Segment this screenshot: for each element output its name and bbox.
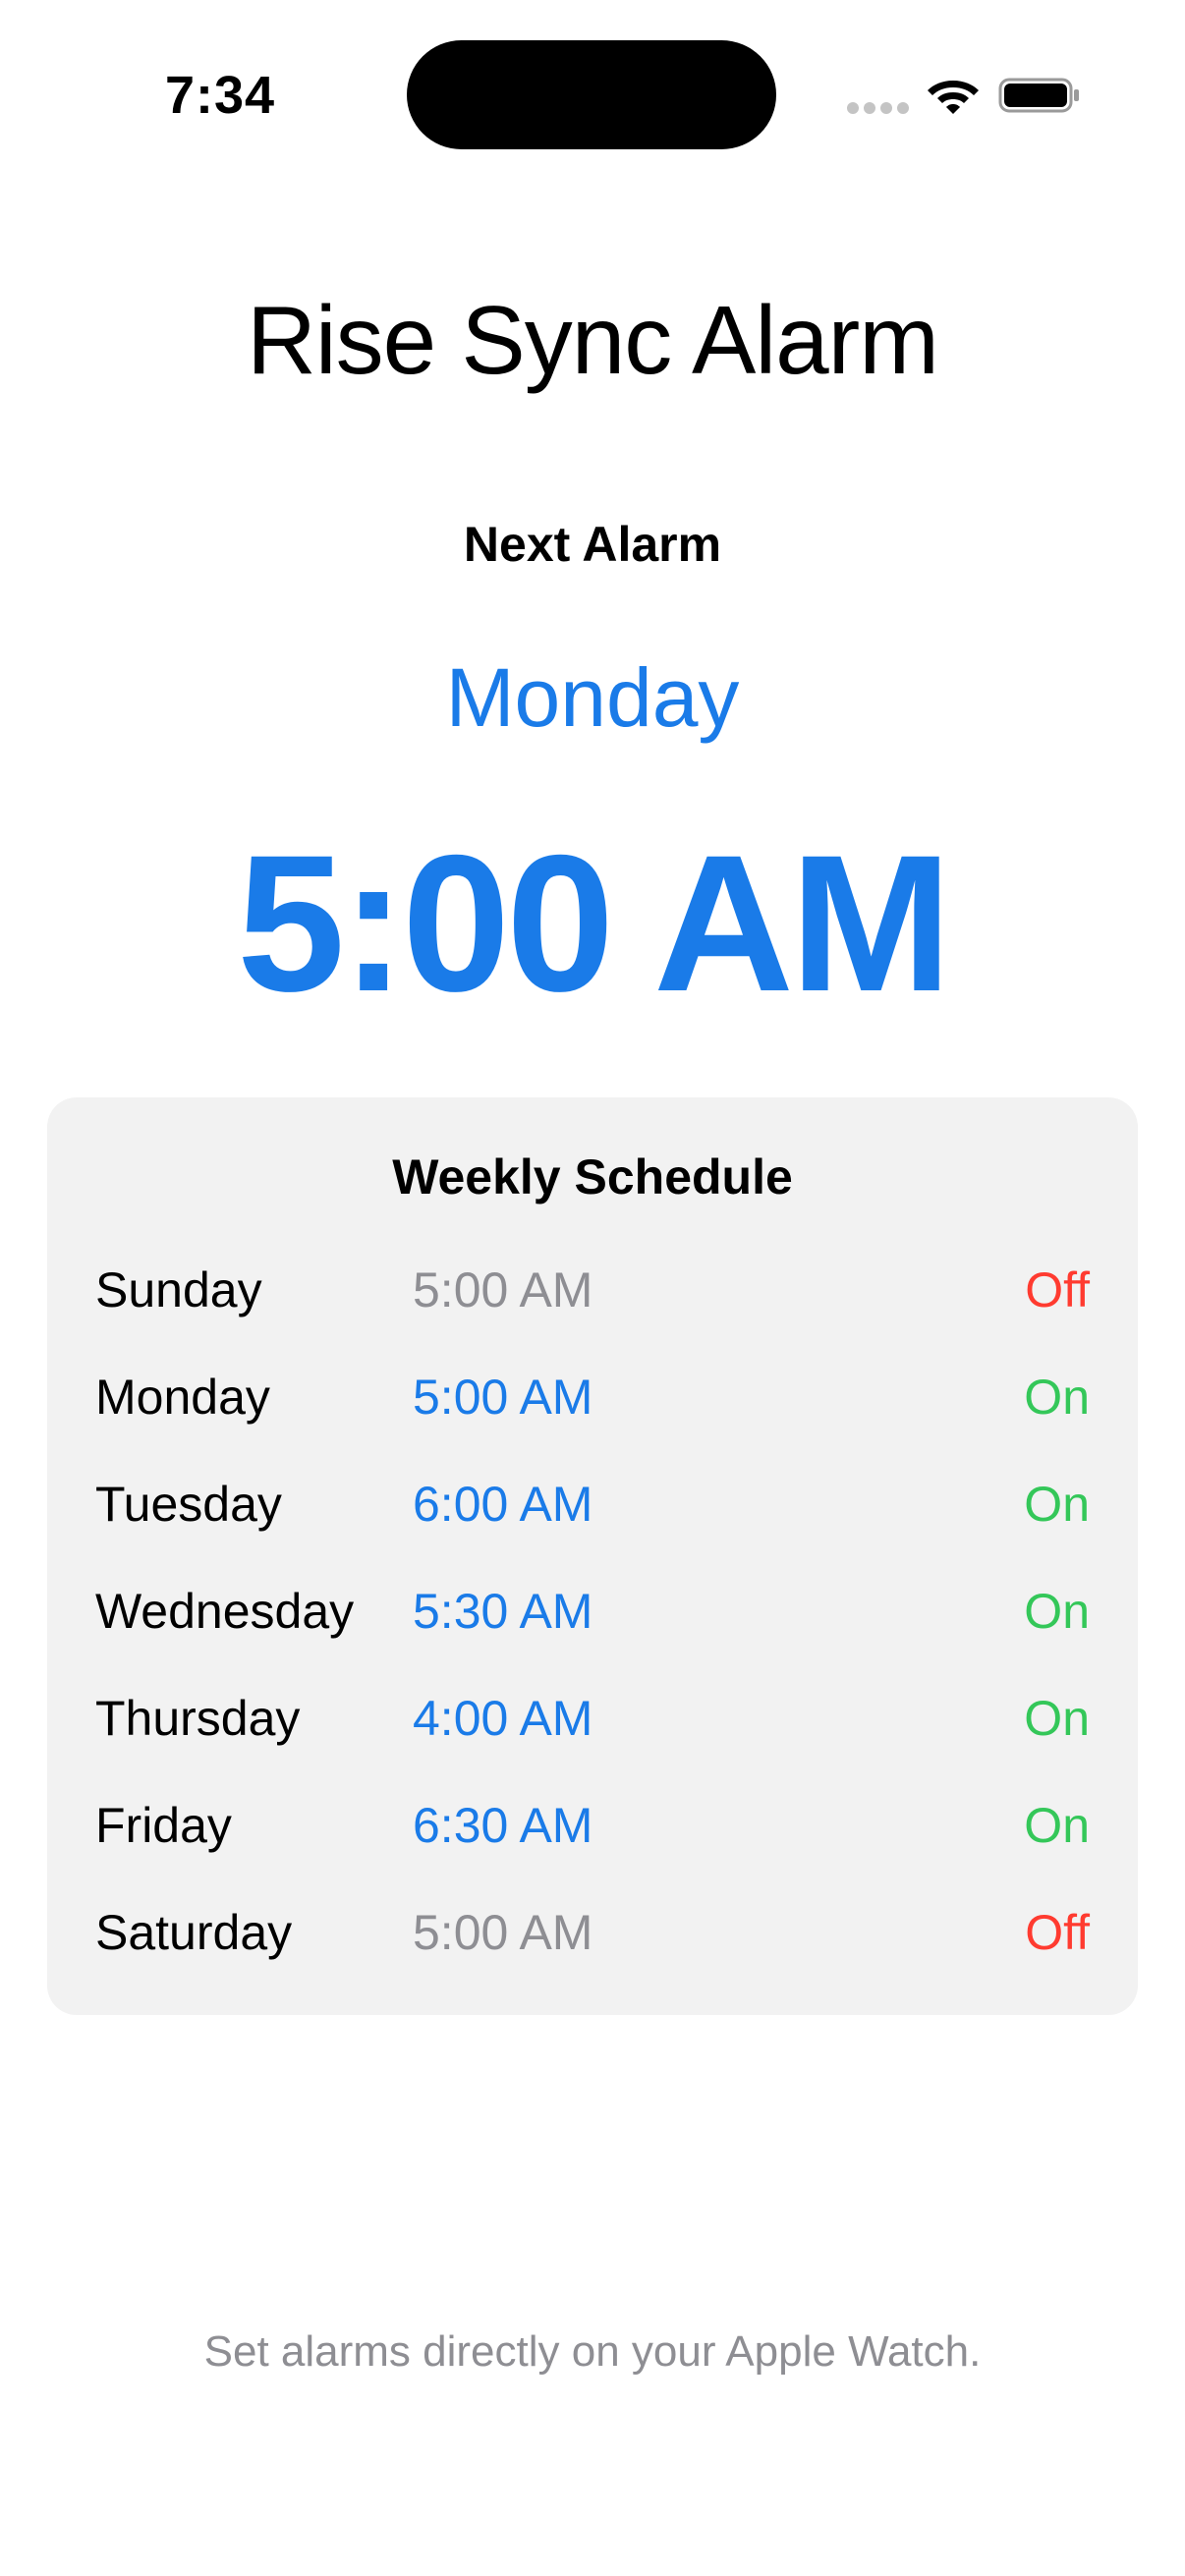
schedule-day: Tuesday bbox=[95, 1477, 282, 1532]
schedule-status: On bbox=[1024, 1477, 1090, 1532]
page-title: Rise Sync Alarm bbox=[247, 286, 939, 394]
status-time: 7:34 bbox=[165, 66, 276, 125]
schedule-row-sunday[interactable]: Sunday 5:00 AM Off bbox=[47, 1239, 1138, 1346]
footer-note: Set alarms directly on your Apple Watch. bbox=[203, 2327, 982, 2376]
schedule-row-saturday[interactable]: Saturday 5:00 AM Off bbox=[47, 1881, 1138, 1988]
schedule-time: 5:00 AM bbox=[413, 1262, 593, 1317]
weekly-schedule-title: Weekly Schedule bbox=[392, 1149, 793, 1204]
schedule-status: Off bbox=[1025, 1262, 1090, 1317]
schedule-time: 6:00 AM bbox=[413, 1477, 593, 1532]
status-bar: 7:34 bbox=[0, 0, 1185, 187]
schedule-status: On bbox=[1024, 1798, 1090, 1853]
schedule-time: 5:30 AM bbox=[413, 1584, 593, 1639]
schedule-time: 5:00 AM bbox=[413, 1905, 593, 1960]
schedule-row-thursday[interactable]: Thursday 4:00 AM On bbox=[47, 1667, 1138, 1774]
next-alarm-day: Monday bbox=[445, 651, 740, 744]
next-alarm-time: 5:00 AM bbox=[237, 814, 952, 1032]
schedule-day: Saturday bbox=[95, 1905, 293, 1960]
schedule-row-wednesday[interactable]: Wednesday 5:30 AM On bbox=[47, 1560, 1138, 1667]
schedule-status: Off bbox=[1025, 1905, 1090, 1960]
schedule-time: 6:30 AM bbox=[413, 1798, 593, 1853]
schedule-day: Friday bbox=[95, 1798, 232, 1853]
schedule-row-tuesday[interactable]: Tuesday 6:00 AM On bbox=[47, 1453, 1138, 1560]
schedule-status: On bbox=[1024, 1370, 1090, 1425]
schedule-time: 4:00 AM bbox=[413, 1691, 593, 1746]
schedule-day: Monday bbox=[95, 1370, 270, 1425]
cellular-signal-icon bbox=[847, 102, 909, 114]
next-alarm-label: Next Alarm bbox=[463, 517, 722, 572]
schedule-day: Sunday bbox=[95, 1262, 262, 1317]
weekly-schedule-list: Sunday 5:00 AM Off Monday 5:00 AM On Tue… bbox=[47, 1239, 1138, 1988]
schedule-time: 5:00 AM bbox=[413, 1370, 593, 1425]
dynamic-island bbox=[407, 40, 776, 149]
schedule-status: On bbox=[1024, 1584, 1090, 1639]
schedule-status: On bbox=[1024, 1691, 1090, 1746]
schedule-day: Wednesday bbox=[95, 1584, 355, 1639]
battery-icon bbox=[998, 78, 1079, 113]
wifi-icon bbox=[928, 81, 979, 114]
schedule-row-monday[interactable]: Monday 5:00 AM On bbox=[47, 1346, 1138, 1453]
schedule-row-friday[interactable]: Friday 6:30 AM On bbox=[47, 1774, 1138, 1881]
weekly-schedule-card: Weekly Schedule Sunday 5:00 AM Off Monda… bbox=[47, 1097, 1138, 2015]
schedule-day: Thursday bbox=[95, 1691, 301, 1746]
